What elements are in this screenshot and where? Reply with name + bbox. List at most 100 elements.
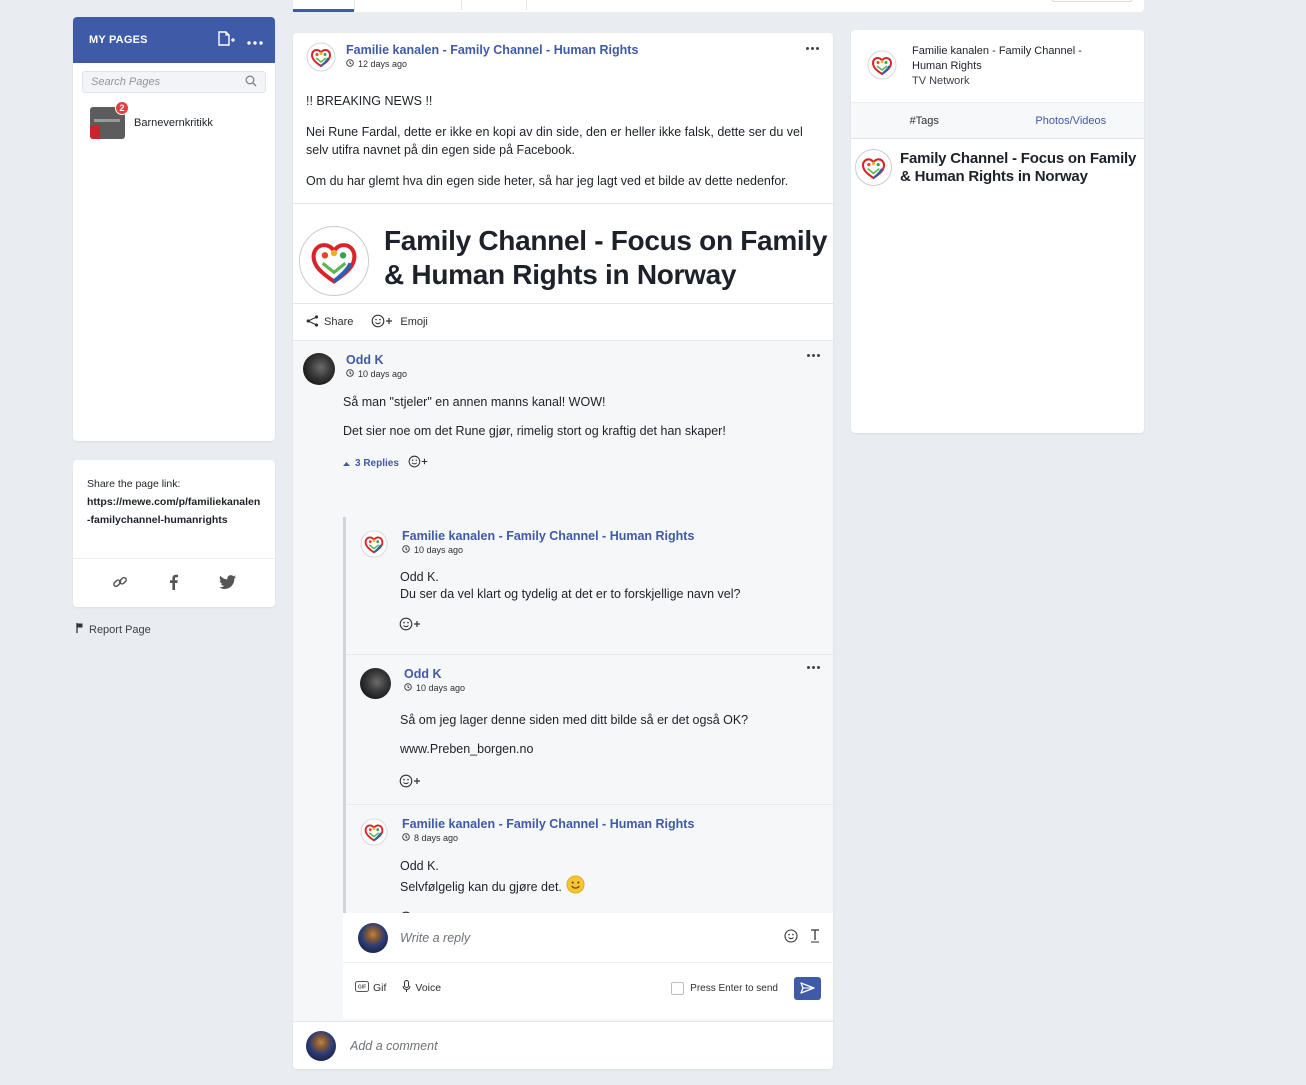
- page-info-name: Familie kanalen - Family Channel -: [912, 45, 1082, 57]
- gif-icon: GIF: [355, 981, 369, 995]
- text-format-icon[interactable]: [810, 929, 820, 946]
- emoji-add-icon[interactable]: [399, 617, 833, 634]
- page-logo-icon[interactable]: [360, 818, 390, 848]
- voice-button[interactable]: Voice: [402, 980, 441, 996]
- banner-line: Family Channel - Focus on Family: [384, 225, 828, 256]
- reply-body: Så om jeg lager denne siden med ditt bil…: [400, 712, 833, 758]
- active-tab-indicator: [293, 9, 354, 12]
- notification-badge: 2: [115, 101, 129, 115]
- banner-line: & Human Rights in Norway: [384, 259, 737, 290]
- caret-up-icon: [343, 458, 350, 469]
- microphone-icon: [402, 980, 411, 996]
- post-image[interactable]: Family Channel - Focus on Family & Human…: [293, 203, 833, 304]
- share-icon: [306, 314, 319, 330]
- post-author-name[interactable]: Familie kanalen - Family Channel - Human…: [346, 43, 638, 57]
- reply-body: Odd K. Selvfølgelig kan du gjøre det.: [400, 858, 833, 899]
- tab-separator: [354, 0, 355, 10]
- comments-section: Odd K 10 days ago Så man "stjeler" en an…: [293, 341, 833, 1021]
- banner-logo: [855, 149, 892, 186]
- post-paragraph: Om du har glemt hva din egen side heter,…: [306, 174, 789, 188]
- gif-button[interactable]: GIF Gif: [355, 981, 386, 995]
- avatar[interactable]: [360, 668, 391, 699]
- reply-line: Du ser da vel klart og tydelig at det er…: [400, 587, 741, 601]
- post-time-label: 12 days ago: [358, 59, 408, 69]
- tab-bar-button[interactable]: [1052, 0, 1132, 2]
- emoji-add-icon[interactable]: [399, 774, 833, 791]
- search-pages-box: [82, 71, 266, 93]
- reply-line: Odd K.: [400, 859, 439, 873]
- reply-header: Familie kanalen - Family Channel - Human…: [360, 529, 833, 560]
- report-page-link[interactable]: Report Page: [76, 623, 151, 636]
- replies-thread: Familie kanalen - Family Channel - Human…: [343, 517, 833, 945]
- emoji-button[interactable]: Emoji: [371, 314, 428, 331]
- page-logo-icon[interactable]: [360, 530, 390, 560]
- reply-author-name[interactable]: Familie kanalen - Family Channel - Human…: [402, 529, 694, 543]
- post-paragraph: Nei Rune Fardal, dette er ikke en kopi a…: [306, 125, 803, 157]
- banner-text: Family Channel - Focus on Family & Human…: [384, 224, 827, 292]
- post-card: Familie kanalen - Family Channel - Human…: [293, 33, 833, 1069]
- toggle-replies-button[interactable]: 3 Replies: [343, 458, 399, 469]
- emoji-picker-icon[interactable]: [784, 929, 798, 946]
- page-info-name: Human Rights: [912, 60, 982, 72]
- comment-body: Så man "stjeler" en annen manns kanal! W…: [343, 394, 726, 440]
- reply-line: Så om jeg lager denne siden med ditt bil…: [400, 713, 749, 727]
- clock-icon: [346, 59, 354, 69]
- press-enter-label: Press Enter to send: [690, 982, 778, 994]
- reply-line: www.Preben_borgen.no: [400, 742, 534, 756]
- reply-author-name[interactable]: Familie kanalen - Family Channel - Human…: [402, 817, 694, 831]
- tab-tags[interactable]: #Tags: [851, 103, 998, 138]
- comment-actions: 3 Replies: [343, 455, 430, 471]
- reply-author-name[interactable]: Odd K: [404, 667, 465, 681]
- post-header: Familie kanalen - Family Channel - Human…: [306, 42, 638, 72]
- add-comment-input[interactable]: [350, 1038, 820, 1053]
- copy-link-icon[interactable]: [112, 574, 128, 593]
- more-options-icon[interactable]: [247, 33, 263, 48]
- reply-time-label: 8 days ago: [414, 833, 459, 843]
- comment-line: Så man "stjeler" en annen manns kanal! W…: [343, 395, 606, 409]
- new-page-icon[interactable]: [217, 30, 235, 50]
- page-thumbnail: 2: [90, 101, 129, 139]
- my-page-name: Barnevernkritikk: [134, 117, 213, 129]
- reply-timestamp: 8 days ago: [402, 833, 694, 843]
- send-icon: [800, 982, 815, 994]
- post-more-options-icon[interactable]: [806, 47, 819, 50]
- share-page-card: Share the page link: https://mewe.com/p/…: [73, 460, 275, 607]
- current-user-avatar: [358, 922, 388, 953]
- share-button[interactable]: Share: [306, 314, 354, 330]
- share-page-link[interactable]: https://mewe.com/p/familiekanalen-family…: [87, 493, 261, 529]
- page-cover-image[interactable]: Family Channel - Focus on Family & Human…: [851, 139, 1144, 191]
- flag-icon: [76, 623, 83, 636]
- tab-photos-videos[interactable]: Photos/Videos: [998, 103, 1145, 138]
- reply-header: Odd K 10 days ago: [360, 667, 833, 699]
- search-icon[interactable]: [245, 75, 257, 90]
- cover-line: & Human Rights in Norway: [900, 168, 1088, 185]
- twitter-icon[interactable]: [219, 574, 237, 592]
- send-button[interactable]: [794, 976, 821, 1000]
- page-info-tabs: #Tags Photos/Videos: [851, 102, 1144, 139]
- page-logo-icon[interactable]: [306, 42, 336, 72]
- search-pages-input[interactable]: [91, 76, 245, 88]
- cover-line: Family Channel - Focus on Family: [900, 150, 1137, 167]
- comment-author-name[interactable]: Odd K: [346, 353, 407, 367]
- page-logo-icon[interactable]: [867, 50, 897, 80]
- post-actions: Share Emoji: [293, 304, 833, 341]
- comment-line: Det sier noe om det Rune gjør, rimelig s…: [343, 424, 726, 438]
- my-page-item[interactable]: 2 Barnevernkritikk: [90, 101, 275, 139]
- emoji-add-icon: [371, 314, 395, 331]
- share-label: Share: [324, 316, 354, 328]
- press-enter-checkbox[interactable]: [671, 981, 685, 995]
- reply-item: Odd K 10 days ago Så om jeg lager denne …: [346, 655, 833, 805]
- emoji-add-icon[interactable]: [408, 455, 430, 471]
- facebook-icon[interactable]: [169, 574, 178, 593]
- reply-timestamp: 10 days ago: [404, 683, 465, 693]
- reply-more-options-icon[interactable]: [807, 666, 820, 669]
- emoji-label: Emoji: [400, 316, 428, 328]
- comment-header: Odd K 10 days ago: [303, 353, 407, 385]
- avatar[interactable]: [303, 353, 335, 385]
- comment-timestamp: 10 days ago: [346, 369, 407, 379]
- clock-icon: [402, 545, 410, 555]
- report-page-label: Report Page: [89, 623, 151, 636]
- reply-timestamp: 10 days ago: [402, 545, 694, 555]
- comment-more-options-icon[interactable]: [807, 354, 820, 357]
- reply-input[interactable]: [400, 930, 784, 945]
